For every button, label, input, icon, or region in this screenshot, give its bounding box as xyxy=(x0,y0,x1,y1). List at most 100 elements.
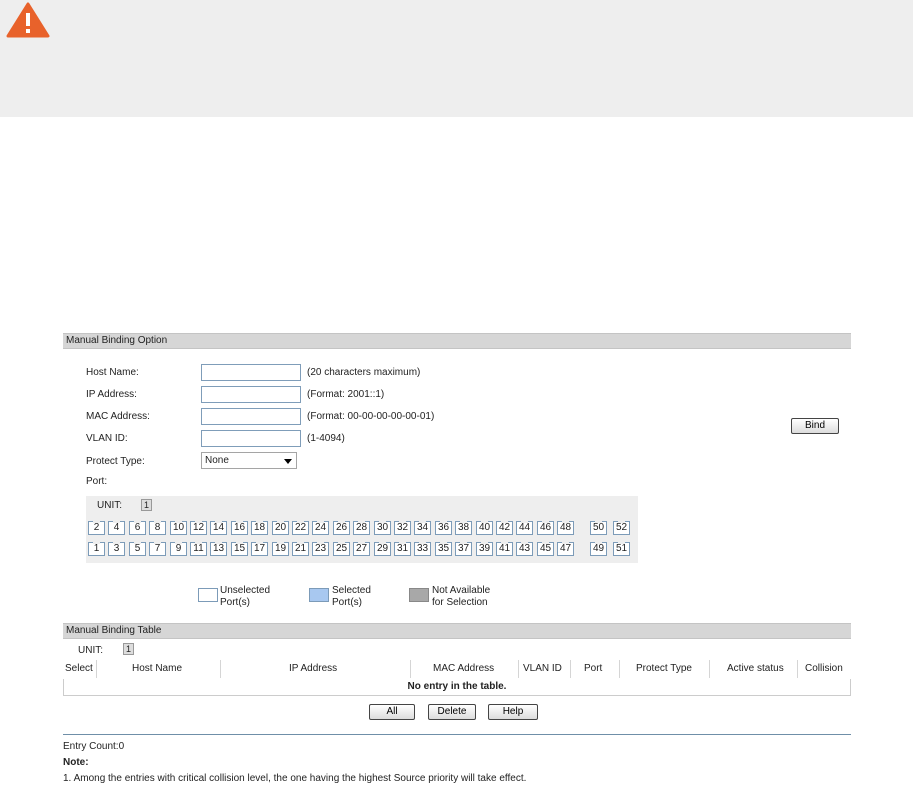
host-name-label: Host Name: xyxy=(86,367,139,378)
port-13[interactable]: 13 xyxy=(210,542,227,556)
port-52[interactable]: 52 xyxy=(613,521,630,535)
port-46[interactable]: 46 xyxy=(537,521,554,535)
port-33[interactable]: 33 xyxy=(414,542,431,556)
port-16[interactable]: 16 xyxy=(231,521,248,535)
port-19[interactable]: 19 xyxy=(272,542,289,556)
port-50[interactable]: 50 xyxy=(590,521,607,535)
legend-not-available-text-2: for Selection xyxy=(432,597,488,608)
port-20[interactable]: 20 xyxy=(272,521,289,535)
legend-not-available-text-1: Not Available xyxy=(432,585,491,596)
port-45[interactable]: 45 xyxy=(537,542,554,556)
port-51[interactable]: 51 xyxy=(613,542,630,556)
port-7[interactable]: 7 xyxy=(149,542,166,556)
protect-type-value: None xyxy=(205,455,229,466)
port-34[interactable]: 34 xyxy=(414,521,431,535)
port-22[interactable]: 22 xyxy=(292,521,309,535)
vlan-id-label: VLAN ID: xyxy=(86,433,128,444)
column-header-vlan-id: VLAN ID xyxy=(523,663,562,674)
mac-address-label: MAC Address: xyxy=(86,411,150,422)
port-6[interactable]: 6 xyxy=(129,521,146,535)
port-12[interactable]: 12 xyxy=(190,521,207,535)
port-14[interactable]: 14 xyxy=(210,521,227,535)
column-separator xyxy=(410,660,411,678)
port-42[interactable]: 42 xyxy=(496,521,513,535)
port-3[interactable]: 3 xyxy=(108,542,125,556)
column-separator xyxy=(570,660,571,678)
port-9[interactable]: 9 xyxy=(170,542,187,556)
port-27[interactable]: 27 xyxy=(353,542,370,556)
port-8[interactable]: 8 xyxy=(149,521,166,535)
port-2[interactable]: 2 xyxy=(88,521,105,535)
port-panel: UNIT: 1 2 4 6 8 10 12 14 16 18 20 22 24 26 28 30 32 34 36… xyxy=(86,496,638,563)
port-36[interactable]: 36 xyxy=(435,521,452,535)
port-40[interactable]: 40 xyxy=(476,521,493,535)
port-26[interactable]: 26 xyxy=(333,521,350,535)
port-30[interactable]: 30 xyxy=(374,521,391,535)
port-49[interactable]: 49 xyxy=(590,542,607,556)
select-all-button[interactable]: All xyxy=(369,704,415,720)
legend-unselected-text-2: Port(s) xyxy=(220,597,250,608)
ip-address-input[interactable] xyxy=(201,386,301,403)
ip-address-label: IP Address: xyxy=(86,389,137,400)
port-1[interactable]: 1 xyxy=(88,542,105,556)
legend-unselected-swatch xyxy=(198,588,218,602)
port-31[interactable]: 31 xyxy=(394,542,411,556)
column-separator xyxy=(709,660,710,678)
port-25[interactable]: 25 xyxy=(333,542,350,556)
port-10[interactable]: 10 xyxy=(170,521,187,535)
port-37[interactable]: 37 xyxy=(455,542,472,556)
port-4[interactable]: 4 xyxy=(108,521,125,535)
warning-icon xyxy=(6,2,50,38)
port-41[interactable]: 41 xyxy=(496,542,513,556)
warning-banner xyxy=(0,0,913,117)
bind-button[interactable]: Bind xyxy=(791,418,839,434)
port-21[interactable]: 21 xyxy=(292,542,309,556)
manual-binding-option-header: Manual Binding Option xyxy=(63,333,851,349)
column-separator xyxy=(619,660,620,678)
column-separator xyxy=(96,660,97,678)
delete-button[interactable]: Delete xyxy=(428,704,476,720)
column-header-host-name: Host Name xyxy=(132,663,183,674)
host-name-input[interactable] xyxy=(201,364,301,381)
legend-unselected-text-1: Unselected xyxy=(220,585,271,596)
port-5[interactable]: 5 xyxy=(129,542,146,556)
port-39[interactable]: 39 xyxy=(476,542,493,556)
table-empty-row: No entry in the table. xyxy=(63,679,851,696)
ip-address-hint: (Format: 2001::1) xyxy=(307,389,385,400)
entry-count: Entry Count:0 xyxy=(63,741,125,752)
note-label: Note: xyxy=(63,757,89,768)
port-label: Port: xyxy=(86,476,108,487)
port-47[interactable]: 47 xyxy=(557,542,574,556)
port-48[interactable]: 48 xyxy=(557,521,574,535)
port-35[interactable]: 35 xyxy=(435,542,452,556)
column-header-select: Select xyxy=(65,663,93,674)
column-separator xyxy=(220,660,221,678)
mac-address-input[interactable] xyxy=(201,408,301,425)
unit-1-tab[interactable]: 1 xyxy=(141,499,152,511)
legend-not-available-swatch xyxy=(409,588,429,602)
port-43[interactable]: 43 xyxy=(516,542,533,556)
protect-type-select[interactable]: None xyxy=(201,452,297,469)
port-24[interactable]: 24 xyxy=(312,521,329,535)
column-header-collision: Collision xyxy=(805,663,843,674)
port-28[interactable]: 28 xyxy=(353,521,370,535)
manual-binding-table-header: Manual Binding Table xyxy=(63,623,851,639)
port-32[interactable]: 32 xyxy=(394,521,411,535)
vlan-id-hint: (1-4094) xyxy=(307,433,345,444)
port-11[interactable]: 11 xyxy=(190,542,207,556)
port-17[interactable]: 17 xyxy=(251,542,268,556)
column-header-ip-address: IP Address xyxy=(289,663,338,674)
port-18[interactable]: 18 xyxy=(251,521,268,535)
vlan-id-input[interactable] xyxy=(201,430,301,447)
port-23[interactable]: 23 xyxy=(312,542,329,556)
legend-selected-swatch xyxy=(309,588,329,602)
port-29[interactable]: 29 xyxy=(374,542,391,556)
column-header-protect-type: Protect Type xyxy=(636,663,692,674)
host-name-hint: (20 characters maximum) xyxy=(307,367,421,378)
port-38[interactable]: 38 xyxy=(455,521,472,535)
port-44[interactable]: 44 xyxy=(516,521,533,535)
table-unit-1-tab[interactable]: 1 xyxy=(123,643,134,655)
help-button[interactable]: Help xyxy=(488,704,538,720)
column-separator xyxy=(518,660,519,678)
port-15[interactable]: 15 xyxy=(231,542,248,556)
